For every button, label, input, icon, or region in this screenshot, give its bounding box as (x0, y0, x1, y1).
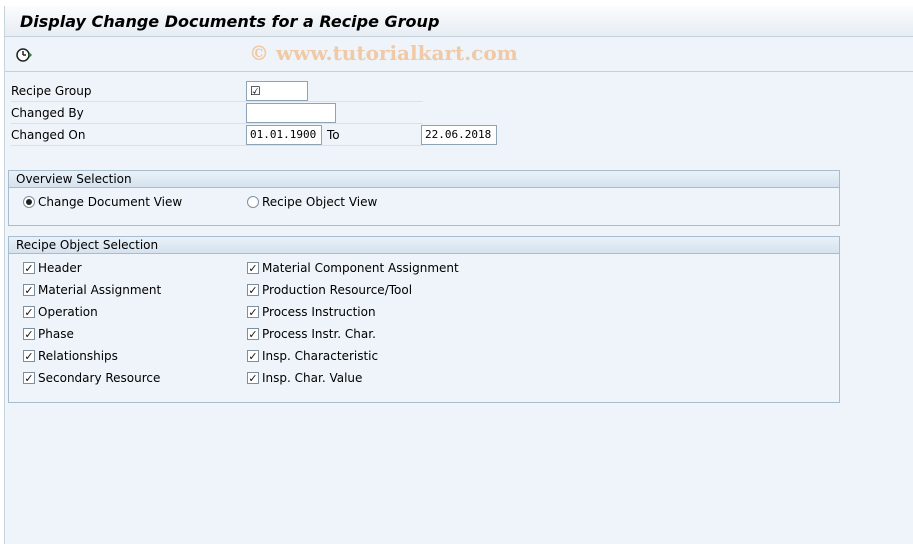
radio-label: Change Document View (38, 195, 183, 209)
checkbox-label: Production Resource/Tool (262, 283, 413, 297)
checkbox-label: Insp. Characteristic (262, 349, 379, 363)
checkbox-label: Phase (38, 327, 74, 341)
checkbox-checked-icon: ✓ (23, 349, 35, 363)
checkbox-relationships[interactable]: ✓ Relationships (23, 347, 118, 365)
checkbox-label: Material Assignment (38, 283, 162, 297)
checkbox-label: Relationships (38, 349, 118, 363)
title-bar: Display Change Documents for a Recipe Gr… (5, 6, 913, 37)
recipe-group-field[interactable]: ☑ (246, 81, 308, 101)
changed-by-field[interactable] (246, 103, 336, 123)
sap-screen: Display Change Documents for a Recipe Gr… (4, 6, 913, 544)
checkbox-checked-icon: ✓ (247, 261, 259, 275)
checkbox-material-assignment[interactable]: ✓ Material Assignment (23, 281, 161, 299)
checkbox-material-component-assignment[interactable]: ✓ Material Component Assignment (247, 259, 459, 277)
label-divider (11, 145, 423, 146)
checkbox-checked-icon: ✓ (23, 327, 35, 341)
changed-on-to-field[interactable]: 22.06.2018 (421, 125, 497, 145)
checkbox-process-instruction[interactable]: ✓ Process Instruction (247, 303, 376, 321)
radio-label: Recipe Object View (262, 195, 378, 209)
checkbox-production-resource-tool[interactable]: ✓ Production Resource/Tool (247, 281, 412, 299)
radio-unselected-icon (247, 196, 259, 208)
clock-execute-icon (16, 48, 32, 62)
changed-on-label: Changed On (11, 128, 86, 142)
checkbox-checked-icon: ✓ (23, 261, 35, 275)
checkbox-process-instr-char[interactable]: ✓ Process Instr. Char. (247, 325, 376, 343)
changed-by-label: Changed By (11, 106, 84, 120)
checkbox-label: Material Component Assignment (262, 261, 459, 275)
checkbox-label: Process Instr. Char. (262, 327, 376, 341)
radio-change-document-view[interactable]: Change Document View (23, 193, 182, 211)
checkbox-operation[interactable]: ✓ Operation (23, 303, 98, 321)
checkbox-checked-icon: ✓ (23, 283, 35, 297)
execute-button[interactable] (13, 45, 35, 65)
checkbox-checked-icon: ✓ (23, 371, 35, 385)
page-title: Display Change Documents for a Recipe Gr… (20, 12, 440, 31)
checkbox-header[interactable]: ✓ Header (23, 259, 82, 277)
checkbox-label: Header (38, 261, 82, 275)
checkbox-checked-icon: ✓ (247, 283, 259, 297)
checkbox-secondary-resource[interactable]: ✓ Secondary Resource (23, 369, 160, 387)
checkbox-insp-characteristic[interactable]: ✓ Insp. Characteristic (247, 347, 378, 365)
overview-selection-title: Overview Selection (9, 171, 839, 188)
checkbox-checked-icon: ✓ (247, 371, 259, 385)
watermark-text: © www.tutorialkart.com (249, 41, 518, 65)
checkbox-label: Process Instruction (262, 305, 376, 319)
checkbox-label: Insp. Char. Value (262, 371, 363, 385)
checkbox-insp-char-value[interactable]: ✓ Insp. Char. Value (247, 369, 362, 387)
recipe-group-label: Recipe Group (11, 84, 92, 98)
recipe-object-selection-group: Recipe Object Selection ✓ Header ✓ Mater… (8, 236, 840, 403)
radio-selected-icon (23, 196, 35, 208)
checkbox-checked-icon: ✓ (23, 305, 35, 319)
changed-on-from-field[interactable]: 01.01.1900 (246, 125, 322, 145)
checkbox-phase[interactable]: ✓ Phase (23, 325, 74, 343)
checkbox-label: Secondary Resource (38, 371, 161, 385)
checkbox-checked-icon: ✓ (247, 349, 259, 363)
overview-selection-group: Overview Selection Change Document View … (8, 170, 840, 226)
label-divider (11, 123, 423, 124)
recipe-object-selection-title: Recipe Object Selection (9, 237, 839, 254)
checkbox-checked-icon: ✓ (247, 327, 259, 341)
checkbox-checked-icon: ✓ (247, 305, 259, 319)
checkbox-label: Operation (38, 305, 98, 319)
radio-recipe-object-view[interactable]: Recipe Object View (247, 193, 377, 211)
label-divider (11, 101, 423, 102)
to-label: To (327, 128, 340, 142)
application-toolbar: © www.tutorialkart.com (5, 38, 913, 72)
